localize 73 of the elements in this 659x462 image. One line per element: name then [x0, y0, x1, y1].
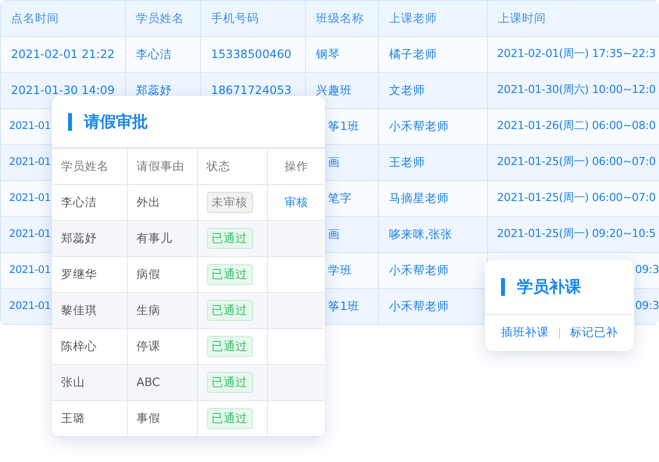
status-tag: 已通过: [206, 300, 252, 322]
accent-bar: [68, 112, 72, 130]
table-cell: 王璐: [61, 410, 85, 425]
table-cell: 小禾帮老师: [389, 298, 449, 313]
table-cell: 15338500460: [211, 46, 292, 61]
table-cell: 兴趣班: [316, 82, 352, 97]
status-tag: 已通过: [206, 408, 252, 430]
table-cell: 停课: [136, 338, 160, 353]
table-cell: 有事儿: [136, 230, 172, 245]
table-cell: 2021-01-26(周二) 06:00~08:0: [497, 119, 656, 132]
table-cell: 王老师: [389, 154, 425, 169]
column-header: 学员姓名: [136, 10, 184, 25]
table-cell: 小禾帮老师: [389, 118, 449, 133]
table-cell: 2021-02-01 21:22: [11, 46, 115, 61]
card-title: 请假审批: [84, 110, 148, 132]
column-header: 班级名称: [316, 10, 364, 25]
status-tag: 未审核: [206, 192, 252, 214]
table-cell: 郑蕊妤: [61, 230, 97, 245]
status-tag: 已通过: [206, 228, 252, 250]
table-cell: 2021-01-25(周一) 06:00~07:0: [497, 191, 656, 204]
status-tag: 已通过: [206, 336, 252, 358]
table-cell: 2021-01: [9, 120, 51, 132]
column-header: 点名时间: [11, 10, 59, 25]
table-cell: 2021-01: [9, 300, 51, 312]
table-cell: 钢琴: [316, 46, 340, 61]
table-cell: 2021-01: [9, 192, 51, 204]
column-header: 上课老师: [389, 10, 437, 25]
column-header: 上课时间: [498, 10, 546, 25]
table-cell: 09:3: [635, 263, 659, 276]
table-cell: 2021-01-30 14:09: [11, 82, 115, 97]
table-cell: 2021-02-01(周一) 17:35~22:3: [497, 47, 656, 60]
column-header: 状态: [206, 158, 230, 173]
card-title: 学员补课: [517, 276, 581, 298]
table-cell: 2021-01: [9, 264, 51, 276]
action-link[interactable]: 插班补课: [501, 324, 549, 342]
table-cell: 病假: [136, 266, 160, 281]
accent-bar: [501, 278, 505, 296]
table-cell: 18671724053: [211, 82, 292, 97]
table-cell: 事假: [136, 410, 160, 425]
status-tag: 已通过: [206, 264, 252, 286]
table-cell: 画: [328, 154, 340, 169]
table-cell: 小禾帮老师: [389, 262, 449, 277]
table-cell: 2021-01-30(周六) 10:00~12:0: [497, 83, 656, 96]
table-cell: 橘子老师: [389, 46, 437, 61]
table-cell: 2021-01-25(周一) 06:00~07:0: [497, 155, 656, 168]
table-cell: 筝1班: [328, 118, 360, 133]
table-cell: 笔字: [328, 190, 352, 205]
table-cell: 画: [328, 226, 340, 241]
table-cell: 罗继华: [61, 266, 97, 281]
table-cell: 外出: [136, 194, 160, 209]
table-cell: 马摘星老师: [389, 190, 449, 205]
column-header: 学员姓名: [61, 158, 109, 173]
table-cell: 郑蕊妤: [136, 82, 172, 97]
table-cell: 陈梓心: [61, 338, 97, 353]
table-cell: 李心洁: [61, 194, 97, 209]
table-cell: 文老师: [389, 82, 425, 97]
table-cell: 哆来咪,张张: [389, 226, 453, 241]
table-cell: 2021-01-25(周一) 09:20~10:5: [497, 227, 656, 240]
table-cell: 学班: [328, 262, 352, 277]
table-cell: 09:3: [635, 299, 659, 312]
table-cell: 张山: [61, 374, 85, 389]
table-cell: 李心洁: [136, 46, 172, 61]
column-header: 请假事由: [136, 158, 184, 173]
column-header: 操作: [284, 158, 308, 173]
table-cell: 2021-01: [9, 156, 51, 168]
table-cell: 黎佳琪: [61, 302, 97, 317]
table-cell: 生病: [136, 302, 160, 317]
action-link[interactable]: 标记已补: [570, 324, 618, 342]
table-cell: ABC: [136, 374, 160, 389]
table-cell: 筝1班: [328, 298, 360, 313]
table-cell: 2021-01: [9, 228, 51, 240]
status-tag: 已通过: [206, 372, 252, 394]
column-header: 手机号码: [211, 10, 259, 25]
